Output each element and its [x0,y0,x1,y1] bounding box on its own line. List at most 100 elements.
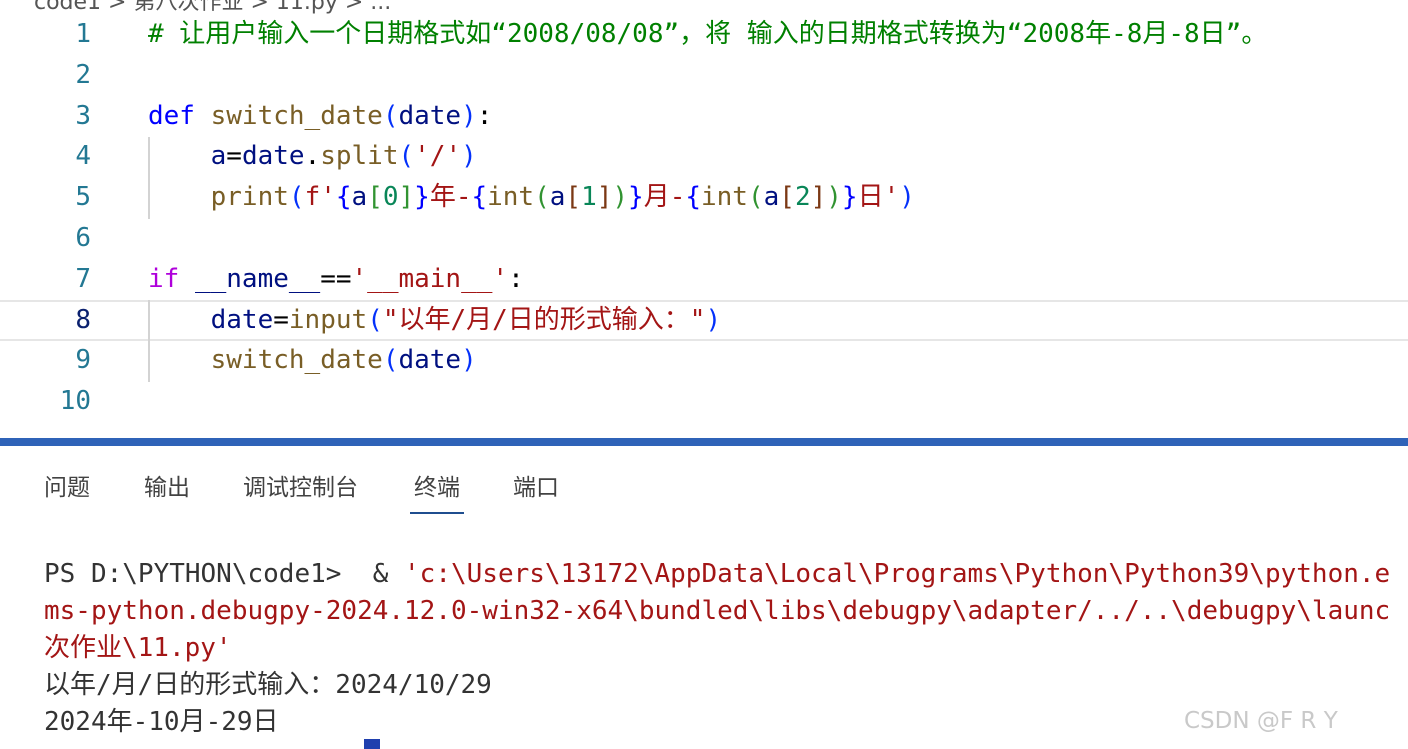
code-text: date=input("以年/月/日的形式输入：") [148,302,722,339]
terminal-line: 以年/月/日的形式输入：2024/10/29 [44,667,1408,704]
code-token: { [471,182,488,213]
code-token: int [701,182,748,213]
code-token: } [841,182,858,213]
code-token: [ [565,182,582,213]
tab-debug-console[interactable]: 调试控制台 [243,468,358,502]
code-line[interactable]: 3 def switch_date(date): [0,96,1408,137]
code-token: switch_date [210,100,383,131]
code-token: ] [596,182,613,213]
code-token: ( [367,304,383,335]
code-token: switch_date [210,345,383,376]
code-token: 月- [643,182,686,213]
code-token: ) [826,182,842,213]
line-number: 4 [75,141,91,172]
watermark: CSDN @F R Y [1184,708,1338,734]
code-token: } [628,182,644,213]
code-token: date [210,304,274,335]
terminal-line: PS D:\PYTHON\code1> & 'c:\Users\13172\Ap… [44,556,1408,593]
code-token: } [414,182,430,213]
code-token: [ [367,182,383,213]
code-token: ) [705,304,722,335]
tab-ports[interactable]: 端口 [513,468,559,502]
code-token: input [288,304,368,335]
code-token: ( [382,100,399,131]
code-token: 1 [581,182,597,213]
code-token: split [320,141,399,172]
code-token: f' [304,182,336,213]
code-token: . [304,141,321,172]
code-token: ) [461,345,477,376]
indent-guide [148,300,150,382]
line-number: 1 [75,19,91,49]
code-editor[interactable]: code1 > 第八次作业 > 11.py > ... 1 # 让用户输入一个日期… [0,0,1408,440]
code-line[interactable]: 1 # 让用户输入一个日期格式如“2008/08/08”，将 输入的日期格式转换为… [0,14,1408,55]
code-token: ( [398,141,415,172]
code-token: date [398,345,462,376]
code-token: "以年/月/日的形式输入：" [382,304,706,335]
code-text: def switch_date(date): [148,96,492,137]
code-token: ] [810,182,827,213]
terminal-string: ms-python.debugpy-2024.12.0-win32-x64\bu… [44,596,1391,626]
panel-tab-bar: 问题 输出 调试控制台 终端 端口 [0,446,1408,516]
code-token: ( [288,182,305,213]
line-number: 5 [75,182,91,213]
code-token: # 让用户输入一个日期格式如“2008/08/08”，将 输入的日期格式转换为“… [148,19,1268,49]
code-token: = [273,304,289,335]
code-token: print [210,182,289,213]
terminal-text: 2024年-10月-29日 [44,707,279,737]
code-line[interactable]: 5 print(f'{a[0]}年-{int(a[1])}月-{int(a[2]… [0,177,1408,218]
code-token: ) [461,100,477,131]
indent-guide [148,137,150,219]
code-token: : [476,100,493,131]
code-token: ) [612,182,629,213]
tab-problems[interactable]: 问题 [44,468,90,502]
code-text: if __name__=='__main__': [148,259,524,300]
terminal-line: ms-python.debugpy-2024.12.0-win32-x64\bu… [44,593,1408,630]
code-line[interactable]: 10 [0,381,1408,422]
code-line[interactable]: 2 [0,55,1408,96]
code-line[interactable]: 9 switch_date(date) [0,340,1408,381]
code-token: ) [461,141,477,172]
code-token: { [685,182,701,213]
code-token: ( [534,182,550,213]
code-token: __name__ [194,263,321,294]
code-token: = [226,141,242,172]
code-token: date [398,100,462,131]
terminal-line: 次作业\11.py' [44,630,1408,667]
terminal-text: PS D:\PYTHON\code1> & [44,559,405,589]
panel-divider[interactable] [0,438,1408,446]
tab-terminal[interactable]: 终端 [410,468,464,514]
code-line[interactable]: 6 [0,218,1408,259]
line-number: 2 [75,59,91,90]
code-token: [ [779,182,795,213]
code-line[interactable]: 8 date=input("以年/月/日的形式输入：") [0,299,1408,341]
code-token: 年- [429,182,472,213]
line-number: 3 [75,100,91,131]
code-token: a [210,141,227,172]
line-number: 6 [75,223,91,253]
code-token: def [148,100,195,131]
code-token: a [763,182,780,213]
terminal-string: 次作业\11.py' [44,633,232,663]
tab-output[interactable]: 输出 [144,468,190,502]
code-token: if [148,263,180,294]
line-number: 7 [75,263,91,294]
code-token: { [335,182,352,213]
code-token: : [508,263,524,294]
code-token: 0 [382,182,399,213]
code-token: 日' [857,182,900,213]
code-text: # 让用户输入一个日期格式如“2008/08/08”，将 输入的日期格式转换为“… [148,14,1267,55]
code-line[interactable]: 4 a=date.split('/') [0,136,1408,177]
code-token: '__main__' [351,263,509,294]
code-text: a=date.split('/') [148,136,477,177]
code-line[interactable]: 7 if __name__=='__main__': [0,259,1408,300]
line-number: 9 [75,345,91,376]
line-number: 8 [75,304,91,335]
code-token: a [351,182,368,213]
code-token: == [320,263,352,294]
